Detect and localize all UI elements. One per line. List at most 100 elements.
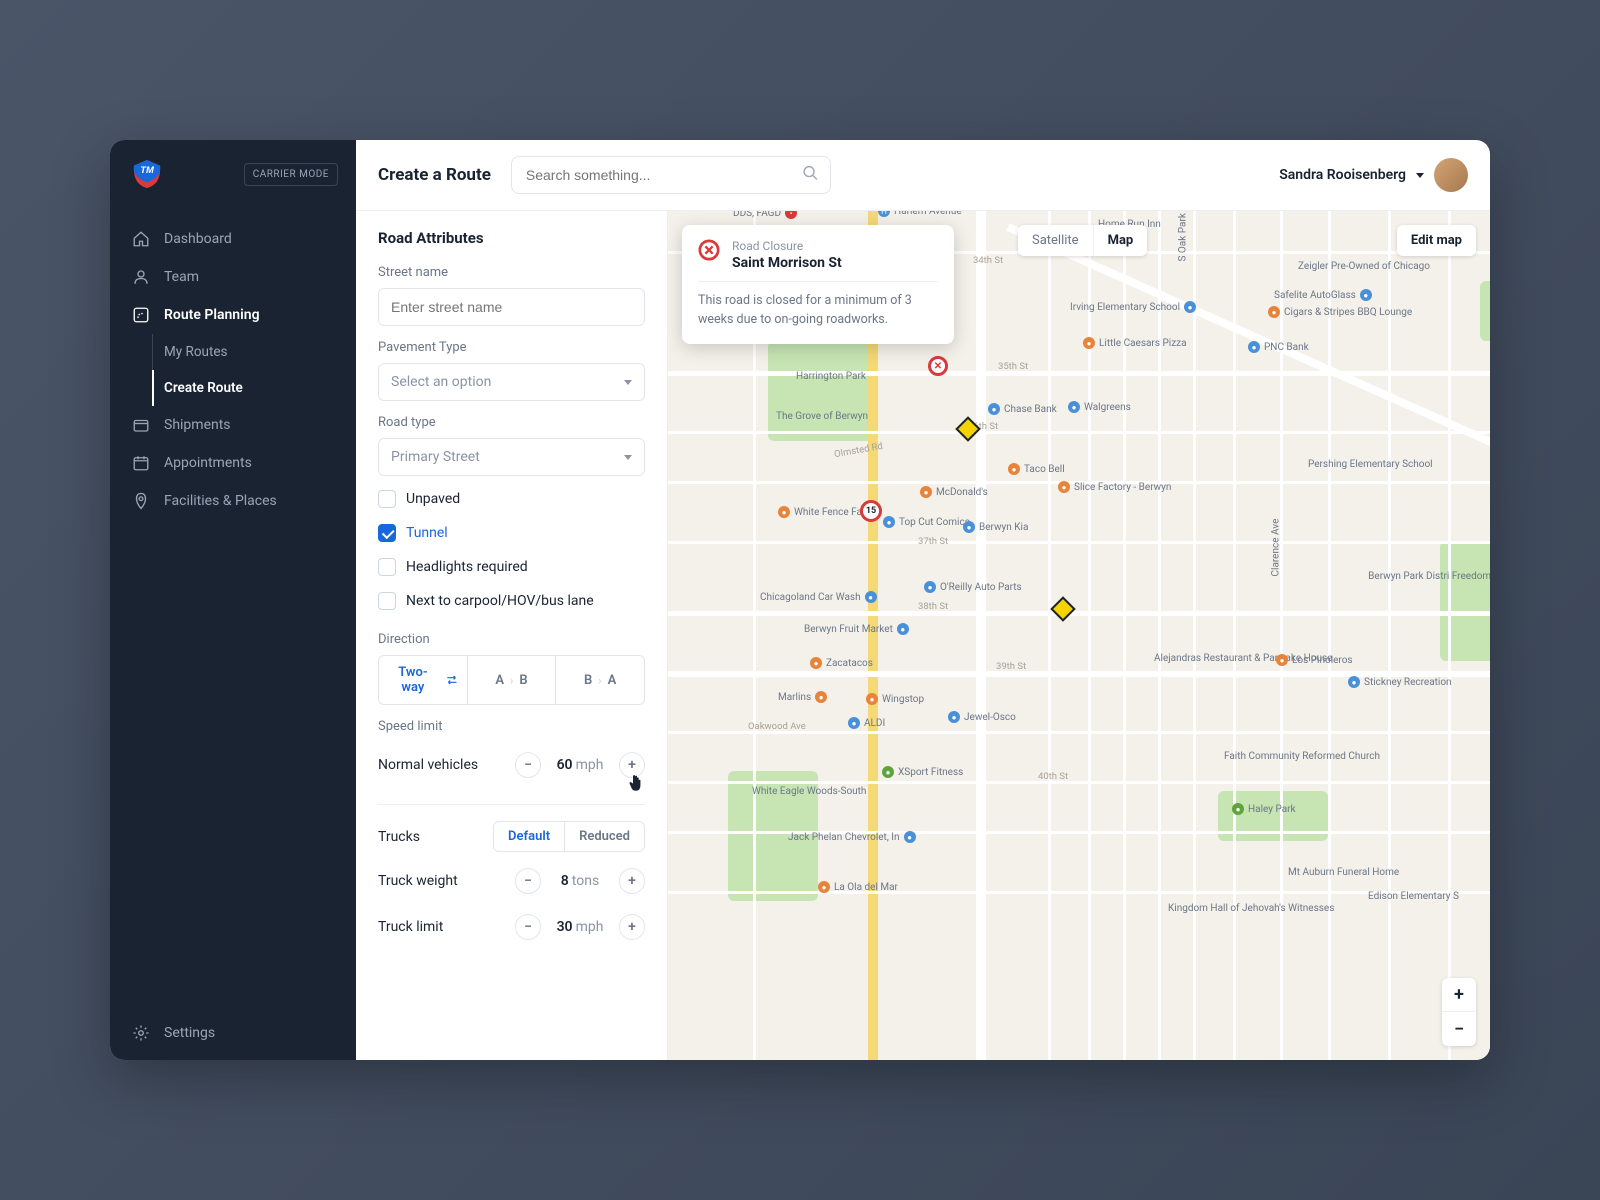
sidebar-item-appointments[interactable]: Appointments	[110, 444, 356, 482]
user-icon	[132, 268, 150, 286]
sidebar-subitem-create-route[interactable]: Create Route	[110, 370, 356, 406]
map-type-toggle: Satellite Map	[1018, 225, 1147, 256]
speed-limit-marker[interactable]: 15	[860, 500, 882, 522]
map-standard-button[interactable]: Map	[1094, 225, 1148, 256]
direction-ba[interactable]: B›A	[556, 656, 644, 704]
map-satellite-button[interactable]: Satellite	[1018, 225, 1094, 256]
street-name-input[interactable]	[378, 288, 645, 326]
search-input[interactable]	[511, 156, 831, 194]
search-icon	[802, 165, 819, 186]
speed-value: 60mph	[555, 757, 605, 773]
street-name-label: Street name	[378, 265, 645, 280]
trucks-label: Trucks	[378, 829, 420, 845]
panel-heading: Road Attributes	[378, 229, 645, 247]
roadtype-placeholder: Primary Street	[391, 449, 480, 465]
topbar: Create a Route Sandra Rooisenberg	[356, 140, 1490, 211]
trucks-row: Trucks Default Reduced	[378, 809, 645, 858]
direction-ab[interactable]: A›B	[468, 656, 557, 704]
chevron-down-icon	[1416, 173, 1424, 178]
limit-value: 30mph	[555, 919, 605, 935]
closure-marker[interactable]	[928, 356, 948, 376]
trucks-default[interactable]: Default	[494, 822, 565, 851]
check-label: Tunnel	[406, 525, 448, 541]
popup-title: Saint Morrison St	[732, 255, 842, 271]
edit-map-button[interactable]: Edit map	[1397, 225, 1476, 256]
chevron-down-icon	[624, 455, 632, 460]
calendar-icon	[132, 454, 150, 472]
svg-text:TM: TM	[140, 165, 154, 175]
speed-decrease-button[interactable]: −	[515, 752, 541, 778]
weight-value: 8tons	[555, 873, 605, 889]
checkbox-icon	[378, 592, 396, 610]
checkbox-icon	[378, 524, 396, 542]
speed-label: Speed limit	[378, 719, 645, 734]
zoom-out-button[interactable]: −	[1442, 1012, 1476, 1046]
check-label: Next to carpool/HOV/bus lane	[406, 593, 594, 609]
road-closure-popup: Road Closure Saint Morrison St This road…	[682, 225, 954, 344]
check-hov[interactable]: Next to carpool/HOV/bus lane	[378, 584, 645, 618]
sidebar-item-team[interactable]: Team	[110, 258, 356, 296]
speed-increase-button[interactable]: +	[619, 752, 645, 778]
sidebar-item-dashboard[interactable]: Dashboard	[110, 220, 356, 258]
truck-limit-row: Truck limit − 30mph +	[378, 904, 645, 950]
carrier-mode-badge[interactable]: CARRIER MODE	[244, 163, 338, 186]
sidebar-nav: Dashboard Team Route Planning My Routes …	[110, 208, 356, 1006]
sidebar: TM CARRIER MODE Dashboard Team Route Pla…	[110, 140, 356, 1060]
box-icon	[132, 416, 150, 434]
sidebar-item-label: Facilities & Places	[164, 493, 277, 509]
sidebar-item-label: Appointments	[164, 455, 252, 471]
shield-icon: TM	[132, 158, 162, 190]
limit-decrease-button[interactable]: −	[515, 914, 541, 940]
zoom-in-button[interactable]: +	[1442, 978, 1476, 1012]
user-menu[interactable]: Sandra Rooisenberg	[1279, 158, 1468, 192]
direction-label: Direction	[378, 632, 645, 647]
logo[interactable]: TM	[132, 158, 162, 190]
settings-label: Settings	[164, 1025, 215, 1041]
cursor-icon	[628, 775, 642, 795]
content: Road Attributes Street name Pavement Typ…	[356, 211, 1490, 1060]
trucks-segment: Default Reduced	[493, 821, 645, 852]
popup-tag: Road Closure	[732, 239, 842, 253]
truck-limit-label: Truck limit	[378, 919, 443, 935]
sidebar-item-route-planning[interactable]: Route Planning	[110, 296, 356, 334]
sidebar-item-shipments[interactable]: Shipments	[110, 406, 356, 444]
roadtype-label: Road type	[378, 415, 645, 430]
pavement-select[interactable]: Select an option	[378, 363, 645, 401]
sidebar-subitem-label: My Routes	[164, 344, 228, 360]
map[interactable]: 34th St W 34th St 35th St 36th St 37th S…	[668, 211, 1490, 1060]
limit-increase-button[interactable]: +	[619, 914, 645, 940]
route-icon	[132, 306, 150, 324]
sidebar-subitem-label: Create Route	[164, 380, 243, 396]
check-tunnel[interactable]: Tunnel	[378, 516, 645, 550]
check-unpaved[interactable]: Unpaved	[378, 482, 645, 516]
weight-increase-button[interactable]: +	[619, 868, 645, 894]
page-title: Create a Route	[378, 165, 491, 185]
swap-icon	[445, 673, 459, 687]
sidebar-item-label: Dashboard	[164, 231, 232, 247]
pavement-placeholder: Select an option	[391, 374, 491, 390]
search-container	[511, 156, 831, 194]
trucks-reduced[interactable]: Reduced	[565, 822, 644, 851]
popup-body: This road is closed for a minimum of 3 w…	[698, 281, 938, 330]
checkbox-icon	[378, 558, 396, 576]
sidebar-item-settings[interactable]: Settings	[110, 1006, 356, 1060]
check-headlights[interactable]: Headlights required	[378, 550, 645, 584]
sidebar-subitem-my-routes[interactable]: My Routes	[110, 334, 356, 370]
sidebar-item-label: Team	[164, 269, 199, 285]
sidebar-header: TM CARRIER MODE	[110, 140, 356, 208]
pavement-label: Pavement Type	[378, 340, 645, 355]
main: Create a Route Sandra Rooisenberg Road A…	[356, 140, 1490, 1060]
roadtype-select[interactable]: Primary Street	[378, 438, 645, 476]
checkbox-icon	[378, 490, 396, 508]
gear-icon	[132, 1024, 150, 1042]
normal-speed-label: Normal vehicles	[378, 757, 478, 773]
normal-speed-row: Normal vehicles − 60mph +	[378, 742, 645, 788]
sidebar-item-label: Route Planning	[164, 307, 260, 323]
weight-decrease-button[interactable]: −	[515, 868, 541, 894]
pin-icon	[132, 492, 150, 510]
home-icon	[132, 230, 150, 248]
avatar	[1434, 158, 1468, 192]
truck-weight-row: Truck weight − 8tons +	[378, 858, 645, 904]
direction-twoway[interactable]: Two-way	[379, 656, 468, 704]
sidebar-item-facilities[interactable]: Facilities & Places	[110, 482, 356, 520]
